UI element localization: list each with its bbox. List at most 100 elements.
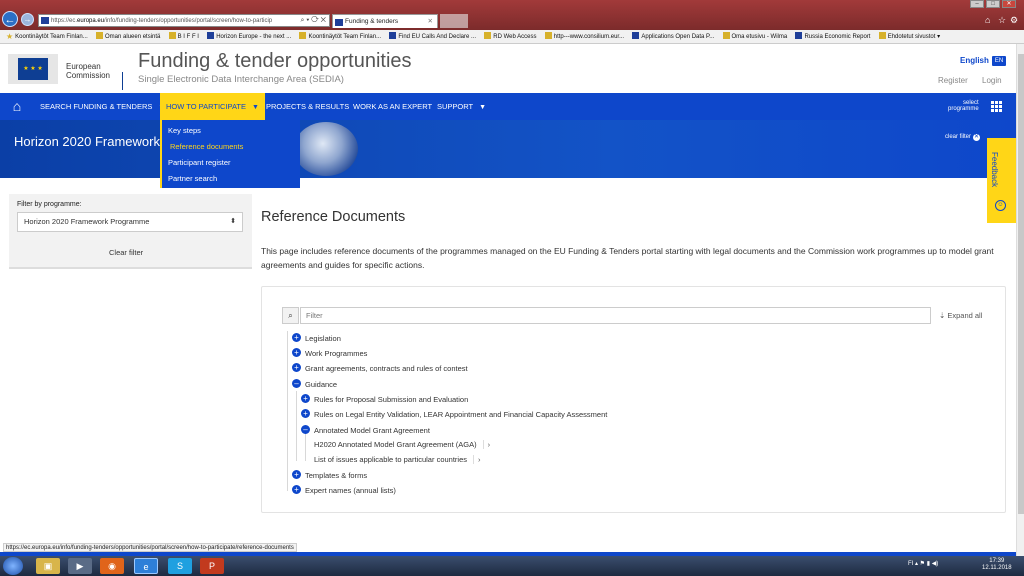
programme-select-value: Horizon 2020 Framework Programme <box>24 217 150 226</box>
address-bar[interactable]: https://ec.europa.eu/info/funding-tender… <box>38 14 330 27</box>
skype-icon[interactable]: S <box>168 558 192 574</box>
bookmark-item[interactable]: Russia Economic Report <box>795 30 870 43</box>
menu-item-participant-register[interactable]: Participant register <box>168 158 231 167</box>
programme-select[interactable]: Horizon 2020 Framework Programme ⬍ <box>17 212 243 232</box>
clear-filter-link[interactable]: clear filter ✕ <box>945 134 981 141</box>
language-code-badge[interactable]: EN <box>992 56 1006 66</box>
chevron-right-icon: › <box>482 440 490 449</box>
european-commission-logo[interactable]: ★ ★ ★ European Commission <box>8 54 123 90</box>
maximize-button[interactable]: □ <box>986 0 1000 8</box>
system-tray[interactable]: FI ▴ ⚑ ▮ ◀) <box>908 560 938 567</box>
powerpoint-icon[interactable]: P <box>200 558 224 574</box>
system-clock[interactable]: 17:39 12.11.2018 <box>982 558 1012 572</box>
expand-plus-icon[interactable]: + <box>292 485 301 494</box>
home-icon[interactable]: ⌂ <box>8 98 26 114</box>
feedback-tab[interactable]: Feedback ☺ <box>987 138 1016 223</box>
url-domain: europa.eu <box>77 18 105 24</box>
status-bar-url: https://ec.europa.eu/info/funding-tender… <box>3 543 297 552</box>
vertical-scrollbar[interactable] <box>1016 44 1024 556</box>
expand-plus-icon[interactable]: + <box>292 333 301 342</box>
bookmark-item[interactable]: Ehdotetut sivustot ▾ <box>878 30 940 43</box>
close-circle-icon: ✕ <box>973 134 981 141</box>
expand-plus-icon[interactable]: + <box>301 394 310 403</box>
tree-leaf-h2020-aga[interactable]: H2020 Annotated Model Grant Agreement (A… <box>314 440 490 449</box>
tab-close-icon[interactable]: ✕ <box>428 15 433 29</box>
page-icon <box>878 32 886 39</box>
expand-all-button[interactable]: ⇣ Expand all <box>939 311 982 320</box>
bookmark-item[interactable]: B I F F I <box>168 30 199 43</box>
select-programme-button[interactable]: select programme <box>948 100 979 112</box>
clock-time: 17:39 <box>989 558 1005 564</box>
favorites-icon[interactable]: ☆ <box>998 15 1006 26</box>
page-icon <box>722 32 730 39</box>
explorer-icon[interactable]: ▣ <box>36 558 60 574</box>
logo-divider <box>122 72 123 90</box>
expand-plus-icon[interactable]: + <box>292 470 301 479</box>
settings-gear-icon[interactable]: ⚙ <box>1010 15 1018 26</box>
eu-favicon-icon <box>335 19 343 26</box>
address-controls[interactable]: ⌕ ▾ ⟳ ✕ <box>300 15 326 26</box>
nav-work-as-expert[interactable]: WORK AS AN EXPERT <box>353 93 432 120</box>
new-tab-button[interactable] <box>440 14 468 28</box>
bookmark-item[interactable]: Horizon Europe - the next ... <box>207 30 291 43</box>
grid-menu-icon[interactable] <box>991 101 1002 112</box>
menu-item-reference-documents[interactable]: Reference documents <box>170 142 243 151</box>
nav-search-funding[interactable]: SEARCH FUNDING & TENDERS▼ <box>40 93 165 120</box>
page-icon <box>795 32 803 39</box>
chevron-right-icon: › <box>473 455 481 464</box>
os-taskbar: ▣ ▶ ◉ e S P FI ▴ ⚑ ▮ ◀) 17:39 12.11.2018 <box>0 556 1024 576</box>
forward-arrow-icon[interactable]: → <box>21 13 34 26</box>
eu-icon <box>207 32 215 39</box>
bookmark-item[interactable]: Find EU Calls And Declare ... <box>389 30 476 43</box>
register-link[interactable]: Register <box>938 76 968 85</box>
nav-support[interactable]: SUPPORT ▼ <box>437 93 486 120</box>
nav-how-to-participate[interactable]: HOW TO PARTICIPATE ▼ <box>160 93 265 120</box>
select-arrows-icon: ⬍ <box>230 218 236 225</box>
tab-title: Funding & tenders <box>345 18 399 25</box>
close-window-button[interactable]: ✕ <box>1002 0 1016 8</box>
login-link[interactable]: Login <box>982 76 1002 85</box>
site-header: ★ ★ ★ European Commission Funding & tend… <box>0 44 1016 93</box>
page-icon <box>632 32 640 39</box>
firefox-icon[interactable]: ◉ <box>100 558 124 574</box>
smiley-icon: ☺ <box>995 200 1006 211</box>
bookmark-item[interactable]: Oman alueen etsintä <box>96 30 160 43</box>
nav-projects-results[interactable]: PROJECTS & RESULTS <box>266 93 349 120</box>
tree-filter-input[interactable]: Filter <box>300 307 931 324</box>
logo-text: European Commission <box>66 62 110 80</box>
page-title: Reference Documents <box>261 209 406 225</box>
tab-funding-tenders[interactable]: Funding & tenders ✕ <box>332 14 438 28</box>
bookmark-item[interactable]: http---www.consilium.eur... <box>544 30 624 43</box>
language-selector[interactable]: English <box>960 56 989 65</box>
clear-filter-button[interactable]: Clear filter <box>109 248 143 257</box>
chevron-down-icon: ▼ <box>479 104 487 111</box>
bookmark-item[interactable]: Oma etusivu - Wilma <box>722 30 787 43</box>
expand-plus-icon[interactable]: + <box>301 409 310 418</box>
eu-flag-icon: ★ ★ ★ <box>8 54 58 84</box>
bookmarks-bar: ★ Koontinäytöt Team Finlan... Oman alueen… <box>0 30 1024 44</box>
media-player-icon[interactable]: ▶ <box>68 558 92 574</box>
menu-item-partner-search[interactable]: Partner search <box>168 174 217 183</box>
how-to-participate-dropdown: Key steps Reference documents Participan… <box>160 120 300 188</box>
site-title[interactable]: Funding & tender opportunities <box>138 50 412 73</box>
bookmark-item[interactable]: RD Web Access <box>484 30 537 43</box>
back-arrow-icon[interactable]: ← <box>2 11 18 27</box>
minimize-button[interactable]: – <box>970 0 984 8</box>
bookmark-item[interactable]: ★ Koontinäytöt Team Finlan... <box>6 30 88 43</box>
expand-plus-icon[interactable]: + <box>292 348 301 357</box>
bookmark-item[interactable]: Koontinäytöt Team Finlan... <box>299 30 381 43</box>
tree-leaf-country-issues[interactable]: List of issues applicable to particular … <box>314 455 481 464</box>
menu-item-key-steps[interactable]: Key steps <box>168 126 201 135</box>
internet-explorer-icon[interactable]: e <box>134 558 158 574</box>
search-icon[interactable]: ⌕ <box>282 307 299 324</box>
collapse-minus-icon[interactable]: – <box>292 379 301 388</box>
scrollbar-thumb[interactable] <box>1018 54 1024 514</box>
expand-plus-icon[interactable]: + <box>292 363 301 372</box>
windows-start-icon[interactable] <box>3 557 23 575</box>
home-icon[interactable]: ⌂ <box>985 15 990 25</box>
bookmark-item[interactable]: Applications Open Data P... <box>632 30 714 43</box>
documents-tree-panel: ⌕ Filter ⇣ Expand all + Legislation + Work… <box>261 286 1006 513</box>
chevron-down-icon: ▼ <box>252 104 259 111</box>
url-path: /info/funding-tenders/opportunities/port… <box>104 18 273 24</box>
collapse-minus-icon[interactable]: – <box>301 425 310 434</box>
